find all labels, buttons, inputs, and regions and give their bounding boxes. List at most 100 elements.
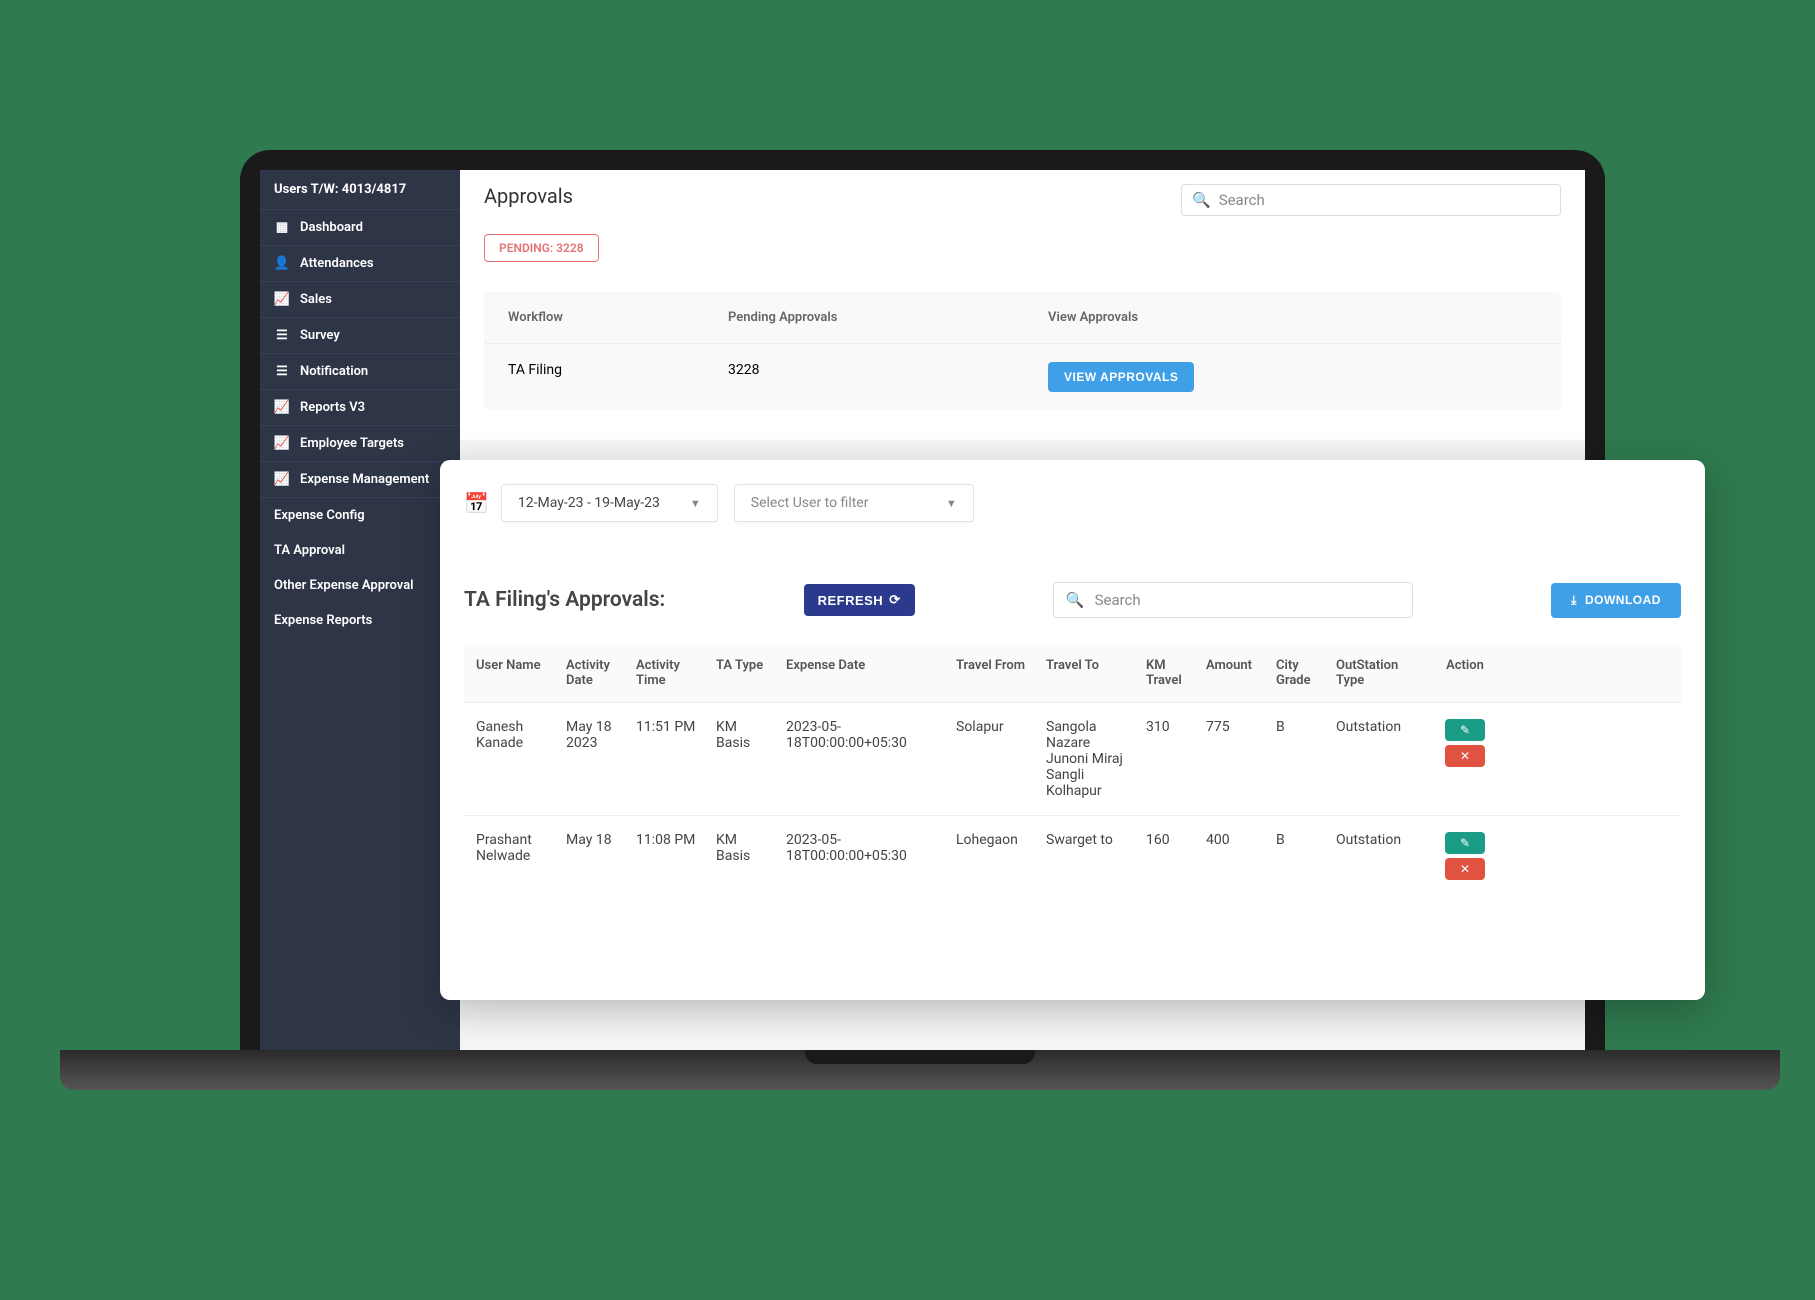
chart-icon: 📈 (274, 400, 290, 415)
panel-title: TA Filing's Approvals: (464, 588, 665, 612)
ta-filing-panel: 📅 12-May-23 - 19-May-23 ▼ Select User to… (440, 460, 1705, 1000)
sidebar-item-label: Notification (300, 364, 368, 379)
col-header: Expense Date (780, 658, 950, 688)
pencil-icon: ✎ (1460, 836, 1470, 850)
chart-icon: 📈 (274, 292, 290, 307)
pending-badge[interactable]: PENDING: 3228 (484, 234, 599, 262)
filter-bar: 📅 12-May-23 - 19-May-23 ▼ Select User to… (464, 484, 1681, 522)
sidebar-item-survey[interactable]: ☰ Survey (260, 318, 460, 354)
delete-button[interactable]: ✕ (1445, 858, 1485, 880)
sidebar-item-label: Employee Targets (300, 436, 404, 451)
chevron-down-icon: ▼ (690, 497, 701, 510)
approvals-panel: Approvals 🔍 Search PENDING: 3228 Workflo… (460, 170, 1585, 440)
sidebar-item-dashboard[interactable]: ▦ Dashboard (260, 210, 460, 246)
laptop-base (60, 1050, 1780, 1090)
sidebar-sub-other-expense[interactable]: Other Expense Approval (260, 568, 460, 603)
sidebar-item-label: Reports V3 (300, 400, 365, 415)
sidebar-item-label: Sales (300, 292, 332, 307)
edit-button[interactable]: ✎ (1445, 719, 1485, 741)
cell-ta-type: KM Basis (710, 832, 780, 880)
refresh-label: REFRESH (818, 593, 884, 608)
col-header: Travel To (1040, 658, 1140, 688)
cell-city-grade: B (1270, 719, 1330, 799)
col-header: Amount (1200, 658, 1270, 688)
date-range-value: 12-May-23 - 19-May-23 (518, 495, 660, 511)
chart-icon: 📈 (274, 472, 290, 487)
sidebar-sub-ta-approval[interactable]: TA Approval (260, 533, 460, 568)
cell-km: 310 (1140, 719, 1200, 799)
edit-button[interactable]: ✎ (1445, 832, 1485, 854)
chart-icon: 📈 (274, 436, 290, 451)
col-view: View Approvals (1048, 310, 1537, 325)
delete-button[interactable]: ✕ (1445, 745, 1485, 767)
workflow-table: Workflow Pending Approvals View Approval… (484, 292, 1561, 410)
dashboard-icon: ▦ (274, 220, 290, 235)
cell-outstation: Outstation (1330, 719, 1430, 799)
view-approvals-button[interactable]: VIEW APPROVALS (1048, 362, 1194, 392)
download-icon: ⤓ (1571, 593, 1577, 608)
user-filter-select[interactable]: Select User to filter ▼ (734, 484, 974, 522)
table-row: Prashant Nelwade May 18 11:08 PM KM Basi… (464, 815, 1681, 896)
cell-travel-from: Solapur (950, 719, 1040, 799)
sidebar-item-label: Attendances (300, 256, 374, 271)
col-header: Travel From (950, 658, 1040, 688)
sidebar-item-label: Survey (300, 328, 340, 343)
person-icon: 👤 (274, 256, 290, 271)
sidebar-item-label: Expense Management (300, 472, 429, 487)
col-header: TA Type (710, 658, 780, 688)
cell-workflow: TA Filing (508, 362, 728, 392)
pencil-icon: ✎ (1460, 723, 1470, 737)
cell-user: Prashant Nelwade (470, 832, 560, 880)
sidebar-sub-expense-config[interactable]: Expense Config (260, 498, 460, 533)
cell-expense-date: 2023-05-18T00:00:00+05:30 (780, 719, 950, 799)
panel-search-input[interactable]: 🔍 Search (1053, 582, 1413, 618)
user-filter-placeholder: Select User to filter (751, 495, 869, 511)
col-pending: Pending Approvals (728, 310, 1048, 325)
cell-city-grade: B (1270, 832, 1330, 880)
download-label: DOWNLOAD (1585, 593, 1661, 607)
survey-icon: ☰ (274, 328, 290, 343)
sidebar-item-attendances[interactable]: 👤 Attendances (260, 246, 460, 282)
cell-ta-type: KM Basis (710, 719, 780, 799)
sidebar-header: Users T/W: 4013/4817 (260, 170, 460, 210)
cell-travel-to: Sangola Nazare Junoni Miraj Sangli Kolha… (1040, 719, 1140, 799)
sidebar-item-expense-management[interactable]: 📈 Expense Management (260, 462, 460, 498)
sidebar-item-reports[interactable]: 📈 Reports V3 (260, 390, 460, 426)
cell-activity-time: 11:51 PM (630, 719, 710, 799)
col-header: OutStation Type (1330, 658, 1430, 688)
download-button[interactable]: ⤓ DOWNLOAD (1551, 583, 1681, 618)
col-header: City Grade (1270, 658, 1330, 688)
sidebar-sub-expense-reports[interactable]: Expense Reports (260, 603, 460, 638)
cell-expense-date: 2023-05-18T00:00:00+05:30 (780, 832, 950, 880)
cell-activity-time: 11:08 PM (630, 832, 710, 880)
table-row: Ganesh Kanade May 18 2023 11:51 PM KM Ba… (464, 702, 1681, 815)
refresh-button[interactable]: REFRESH ⟳ (804, 584, 915, 616)
search-placeholder: Search (1095, 591, 1141, 609)
refresh-icon: ⟳ (889, 592, 900, 608)
cell-activity-date: May 18 (560, 832, 630, 880)
col-header: Activity Time (630, 658, 710, 688)
search-input-top[interactable]: 🔍 Search (1181, 184, 1561, 216)
cell-amount: 775 (1200, 719, 1270, 799)
col-header: User Name (470, 658, 560, 688)
col-header: Action (1430, 658, 1500, 688)
calendar-icon: 📅 (464, 491, 489, 515)
search-icon: 🔍 (1066, 591, 1085, 609)
cell-outstation: Outstation (1330, 832, 1430, 880)
sidebar-item-sales[interactable]: 📈 Sales (260, 282, 460, 318)
date-picker[interactable]: 📅 12-May-23 - 19-May-23 ▼ (464, 484, 718, 522)
sidebar-item-employee-targets[interactable]: 📈 Employee Targets (260, 426, 460, 462)
data-table: User Name Activity Date Activity Time TA… (464, 644, 1681, 896)
search-placeholder: Search (1219, 191, 1265, 209)
search-icon: 🔍 (1192, 191, 1211, 209)
cell-km: 160 (1140, 832, 1200, 880)
sidebar-item-notification[interactable]: ☰ Notification (260, 354, 460, 390)
cell-travel-from: Lohegaon (950, 832, 1040, 880)
col-header: KM Travel (1140, 658, 1200, 688)
close-icon: ✕ (1460, 862, 1470, 876)
cell-travel-to: Swarget to (1040, 832, 1140, 880)
sidebar: Users T/W: 4013/4817 ▦ Dashboard 👤 Atten… (260, 170, 460, 1050)
cell-pending: 3228 (728, 362, 1048, 392)
laptop-notch (805, 1050, 1035, 1064)
table-header: User Name Activity Date Activity Time TA… (464, 644, 1681, 702)
